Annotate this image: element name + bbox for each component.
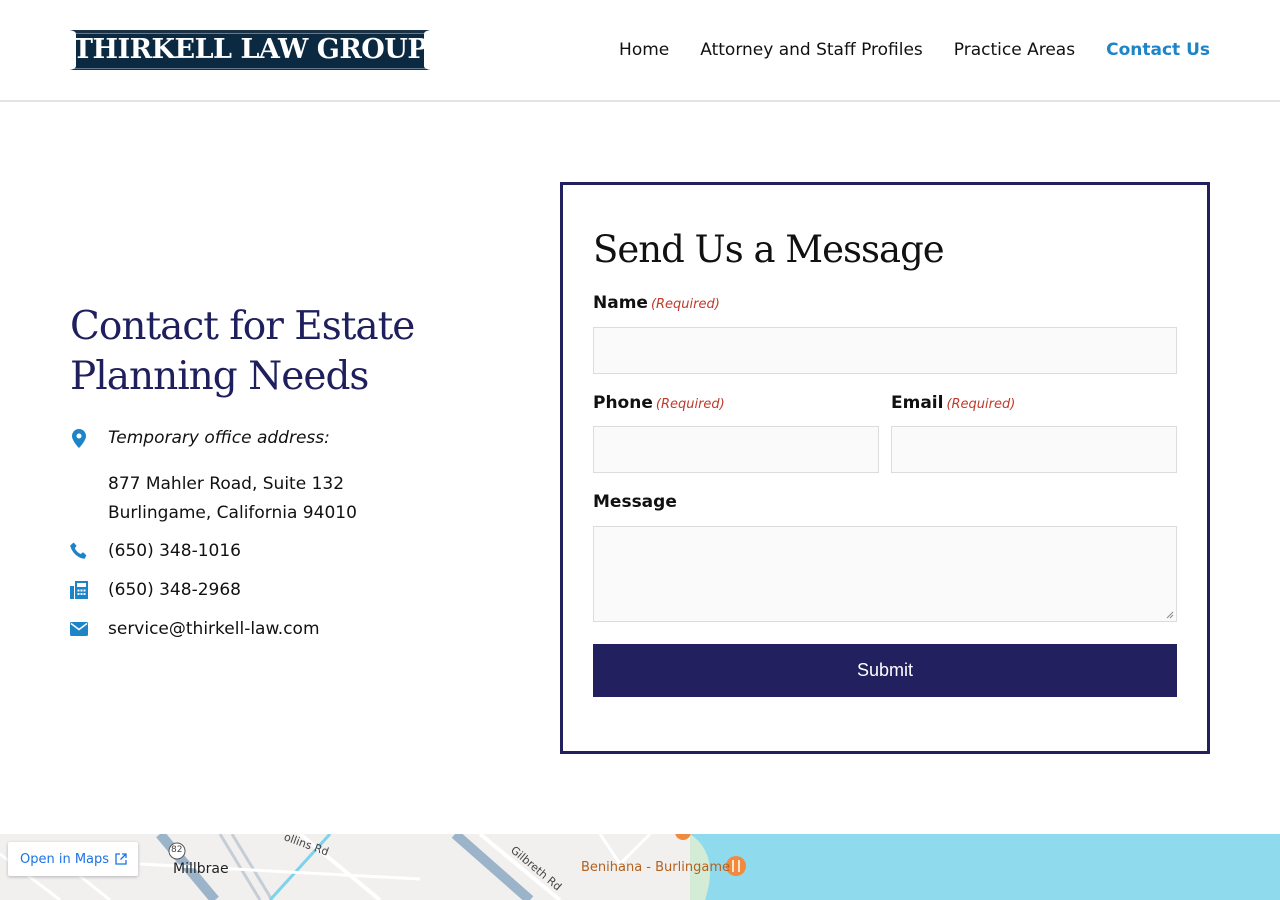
route-marker: 82 xyxy=(171,845,183,855)
fax-icon xyxy=(70,580,88,600)
external-link-icon xyxy=(115,853,127,865)
phone-row: (650) 348-1016 xyxy=(70,541,241,561)
open-in-maps-button[interactable]: Open in Maps xyxy=(8,842,138,876)
nav-home[interactable]: Home xyxy=(619,38,669,62)
phone-icon xyxy=(70,541,88,561)
name-label: Name (Required) xyxy=(593,293,720,313)
fax-row: (650) 348-2968 xyxy=(70,580,241,600)
required-indicator: (Required) xyxy=(946,397,1016,412)
nav-attorney-staff-profiles[interactable]: Attorney and Staff Profiles xyxy=(700,38,923,62)
address-label: Temporary office address: xyxy=(108,428,330,448)
logo-text: THIRKELL LAW GROUP xyxy=(72,34,428,65)
required-indicator: (Required) xyxy=(655,397,725,412)
map-label-millbrae: Millbrae xyxy=(173,861,229,877)
contact-heading: Contact for Estate Planning Needs xyxy=(70,304,415,399)
name-field[interactable] xyxy=(593,327,1177,374)
logo[interactable]: THIRKELL LAW GROUP xyxy=(68,30,432,70)
phone-field[interactable] xyxy=(593,426,879,473)
embedded-map[interactable]: 82 Millbrae Benihana - Burlingame Gilbre… xyxy=(0,834,1280,900)
required-indicator: (Required) xyxy=(650,297,720,312)
submit-button[interactable]: Submit xyxy=(593,644,1177,697)
address-row: Temporary office address: xyxy=(70,428,330,448)
nav-practice-areas[interactable]: Practice Areas xyxy=(954,38,1075,62)
envelope-icon xyxy=(70,619,88,639)
contact-form: Send Us a Message Name (Required) Phone (R… xyxy=(560,182,1210,754)
phone-label: Phone (Required) xyxy=(593,393,725,413)
address-line-2: Burlingame, California 94010 xyxy=(108,503,357,523)
form-title: Send Us a Message xyxy=(593,228,945,271)
email-link[interactable]: service@thirkell-law.com xyxy=(108,619,320,639)
map-label-benihana[interactable]: Benihana - Burlingame xyxy=(581,860,730,875)
address-line-1: 877 Mahler Road, Suite 132 xyxy=(108,474,345,494)
fax-number: (650) 348-2968 xyxy=(108,580,241,600)
nav-contact-us[interactable]: Contact Us xyxy=(1106,38,1210,62)
message-label: Message xyxy=(593,492,677,512)
site-header: THIRKELL LAW GROUP Home Attorney and Sta… xyxy=(0,0,1280,102)
resize-grip-icon[interactable] xyxy=(1166,611,1174,619)
open-in-maps-label: Open in Maps xyxy=(20,851,110,867)
email-field[interactable] xyxy=(891,426,1177,473)
main-nav: Home Attorney and Staff Profiles Practic… xyxy=(619,38,1210,62)
phone-link[interactable]: (650) 348-1016 xyxy=(108,541,241,561)
address-text: 877 Mahler Road, Suite 132 Burlingame, C… xyxy=(108,470,357,528)
message-field[interactable] xyxy=(593,526,1177,622)
email-label: Email (Required) xyxy=(891,393,1016,413)
map-pin-icon xyxy=(70,428,88,448)
email-row: service@thirkell-law.com xyxy=(70,619,320,639)
